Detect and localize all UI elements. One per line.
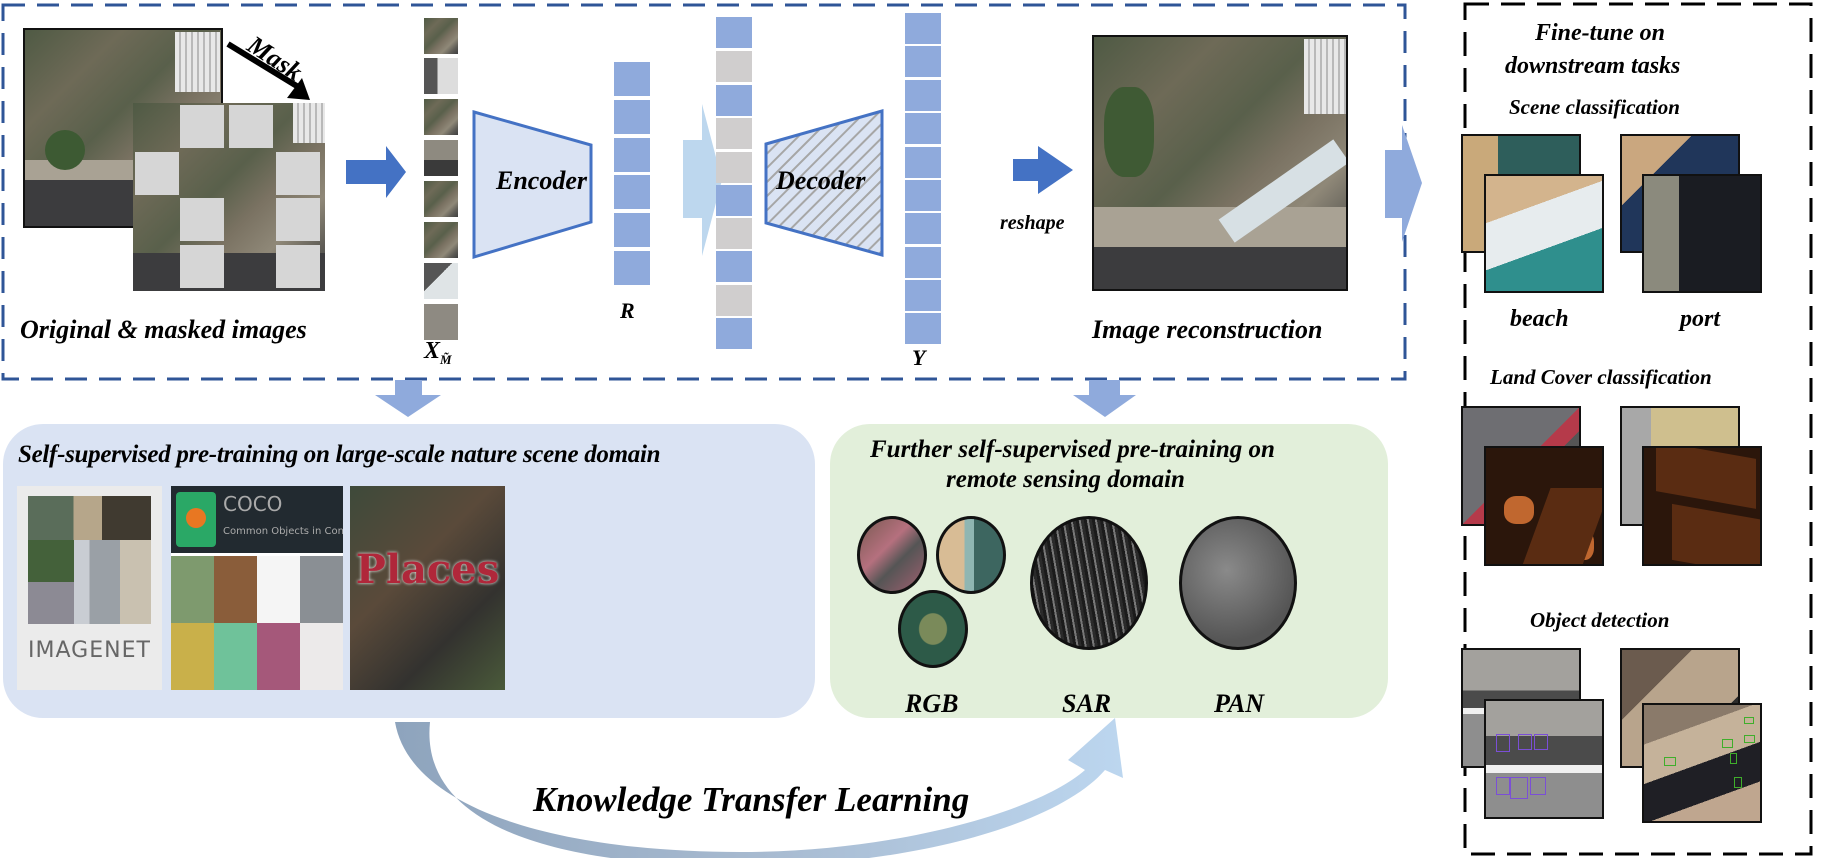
mask-patch: [276, 152, 320, 195]
patch-thumb: [424, 140, 458, 176]
task-scene-classification: Scene classification: [1509, 95, 1680, 119]
arrow-down-remote: [1073, 380, 1136, 417]
mask-patch: [135, 152, 179, 195]
output-token: [905, 46, 941, 77]
latent-token: [614, 213, 650, 247]
visible-patches-label: XM̃: [424, 338, 452, 368]
decoder-token-mask: [716, 218, 752, 249]
decoder-token-mask: [716, 285, 752, 316]
output-token: [905, 13, 941, 44]
decoder-token-mask: [716, 118, 752, 149]
arrow-to-patches: [346, 146, 406, 198]
mask-patch: [276, 245, 320, 288]
patch-thumb: [424, 222, 458, 258]
visible-patches-symbol: X: [424, 338, 441, 364]
output-token: [905, 313, 941, 344]
sar-sample: [1030, 516, 1148, 650]
output-token: [905, 180, 941, 211]
decoder-label: Decoder: [776, 166, 866, 195]
coco-card: COCO Common Objects in Context: [171, 486, 343, 690]
mask-patch: [229, 105, 273, 148]
latent-token: [614, 100, 650, 134]
arrow-down-nature: [375, 380, 441, 417]
places-card: Places: [350, 486, 505, 690]
output-token: [905, 113, 941, 144]
output-token: [905, 280, 941, 311]
task-object-detection: Object detection: [1530, 608, 1670, 632]
mask-patch: [276, 198, 320, 241]
remote-domain-title-line2: remote sensing domain: [946, 466, 1185, 493]
rgb-sample-urban: [857, 516, 927, 594]
downstream-title-line2: downstream tasks: [1505, 53, 1681, 79]
arrow-to-downstream: [1385, 125, 1422, 242]
patch-thumb: [424, 181, 458, 217]
modality-pan: PAN: [1214, 689, 1265, 718]
patch-thumb: [424, 304, 458, 340]
scene-example-beach: beach: [1510, 306, 1569, 332]
rgb-sample-island: [898, 590, 968, 668]
patch-thumb: [424, 263, 458, 299]
output-label: Y: [912, 345, 926, 370]
reshape-arrow: [1013, 146, 1073, 194]
places-logo: Places: [355, 546, 500, 593]
reconstruction-caption: Image reconstruction: [1092, 315, 1323, 344]
encoder-label: Encoder: [496, 166, 587, 195]
decoder-token-visible: [716, 17, 752, 48]
decoder-token-visible: [716, 85, 752, 116]
patch-thumb: [424, 18, 458, 54]
downstream-title-line1: Fine-tune on: [1535, 20, 1666, 46]
scene-example-port: port: [1680, 306, 1721, 332]
scene-beach-front: [1484, 174, 1604, 293]
decoder-token-mask: [716, 152, 752, 183]
transfer-label: Knowledge Transfer Learning: [533, 780, 970, 819]
latent-token: [614, 175, 650, 209]
coco-logo-text: COCO: [223, 492, 283, 516]
output-token: [905, 213, 941, 244]
task-land-cover-classification: Land Cover classification: [1490, 365, 1712, 389]
original-masked-caption: Original & masked images: [20, 315, 307, 344]
reconstructed-image: [1092, 35, 1348, 291]
decoder-token-mask: [716, 51, 752, 82]
decoder-token-visible: [716, 185, 752, 216]
imagenet-logo: IMAGENET: [28, 638, 151, 663]
latent-label: R: [620, 298, 635, 323]
detection-image-front: [1484, 699, 1604, 819]
patch-thumb: [424, 99, 458, 135]
reshape-label: reshape: [1000, 212, 1065, 234]
output-token: [905, 147, 941, 178]
decoder-token-visible: [716, 251, 752, 282]
landcover-mask-front: [1484, 446, 1604, 566]
rgb-sample-beach: [936, 516, 1006, 594]
latent-token: [614, 62, 650, 96]
modality-sar: SAR: [1062, 689, 1112, 718]
output-token: [905, 247, 941, 278]
scene-port-front: [1642, 174, 1762, 293]
detection-image-front-2: [1642, 703, 1762, 823]
visible-patches-subscript: M̃: [440, 351, 452, 367]
masked-image: [133, 103, 325, 291]
imagenet-card: IMAGENET: [17, 486, 162, 690]
coco-subtitle: Common Objects in Context: [223, 526, 343, 537]
landcover-mask-front-2: [1642, 446, 1762, 566]
modality-rgb: RGB: [905, 689, 959, 718]
latent-token: [614, 138, 650, 172]
mask-patch: [180, 198, 224, 241]
mask-patch: [180, 105, 224, 148]
output-token: [905, 80, 941, 111]
patch-thumb: [424, 58, 458, 94]
latent-token: [614, 251, 650, 285]
nature-domain-title: Self-supervised pre-training on large-sc…: [18, 441, 661, 468]
pan-sample: [1179, 516, 1297, 650]
remote-domain-title-line1: Further self-supervised pre-training on: [870, 436, 1275, 463]
decoder-token-visible: [716, 318, 752, 349]
mask-patch: [180, 245, 224, 288]
